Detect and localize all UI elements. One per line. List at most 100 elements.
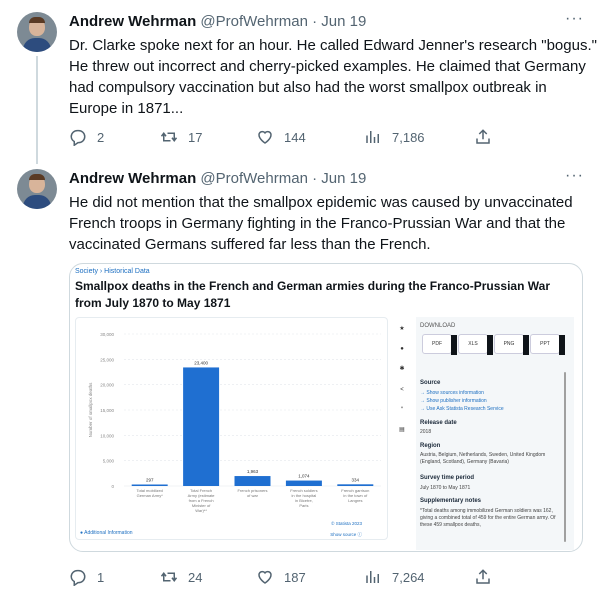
y-tick-label: 30,000 [100, 332, 114, 337]
download-format: PPT [540, 341, 550, 347]
separator-dot: · [312, 13, 318, 30]
notes-value: *Total deaths among immobilized German s… [420, 508, 556, 528]
retweet-button[interactable]: 24 [160, 567, 202, 587]
data-label: 1,963 [247, 469, 259, 474]
bar [131, 484, 168, 486]
y-tick-label: 10,000 [100, 433, 114, 438]
breadcrumb[interactable]: Society › Historical Data [75, 268, 150, 275]
like-count: 187 [284, 569, 306, 585]
retweet-button[interactable]: 17 [160, 127, 202, 147]
more-options-icon[interactable]: ··· [565, 11, 583, 32]
tweet-1[interactable]: Andrew Wehrman @ProfWehrman · Jun 19 ···… [0, 0, 613, 164]
embedded-image-card[interactable]: Society › Historical Data Smallpox death… [69, 263, 583, 552]
thread-line [36, 56, 38, 164]
release-value: 2018 [420, 429, 432, 435]
author-handle[interactable]: @ProfWehrman [200, 170, 307, 187]
source-heading: Source [420, 380, 441, 386]
region-value: Austria, Belgium, Netherlands, Sweden, U… [420, 452, 546, 465]
source-link[interactable]: → Show sources information [420, 390, 560, 397]
x-tick-label: French soldiers in the hospital in Bicetre… [290, 488, 317, 508]
x-tick-label: French prisoners of war [237, 488, 267, 498]
analytics-icon [366, 571, 379, 583]
heart-icon [258, 570, 272, 584]
author-name[interactable]: Andrew Wehrman [69, 13, 196, 30]
share-icon[interactable]: < [392, 381, 412, 399]
tweet-date[interactable]: Jun 19 [321, 13, 366, 30]
like-button[interactable]: 187 [256, 567, 306, 587]
release-heading: Release date [420, 420, 457, 426]
tweet-header: Andrew Wehrman @ProfWehrman · Jun 19 [69, 169, 366, 189]
print-icon[interactable]: ▤ [392, 421, 412, 439]
download-png-button[interactable]: PNG [494, 334, 529, 355]
views-button[interactable]: 7,186 [364, 127, 425, 147]
analytics-icon [366, 131, 379, 143]
tweet-text: Dr. Clarke spoke next for an hour. He ca… [69, 37, 597, 117]
statista-credit: © Statista 2023 [331, 520, 362, 526]
bar-chart: 0 5,000 10,000 15,000 20,000 25,000 30,000 Numb… [88, 332, 381, 538]
reply-count: 2 [97, 129, 105, 145]
x-tick-label: Total mobilized German Army* [136, 488, 163, 498]
like-count: 144 [284, 129, 306, 145]
reply-button[interactable]: 1 [69, 567, 104, 587]
region-heading: Region [420, 443, 441, 449]
like-button[interactable]: 144 [256, 127, 306, 147]
survey-heading: Survey time period [420, 475, 475, 481]
avatar[interactable] [17, 12, 57, 52]
reply-button[interactable]: 2 [69, 127, 104, 147]
tweet-text: He did not mention that the smallpox epi… [69, 194, 573, 253]
retweet-icon [160, 132, 178, 142]
avatar[interactable] [17, 169, 57, 209]
gear-icon[interactable]: ✱ [392, 360, 412, 378]
star-icon[interactable]: ★ [392, 320, 412, 338]
author-handle[interactable]: @ProfWehrman [200, 13, 307, 30]
download-format: PNG [503, 341, 515, 347]
additional-info-link[interactable]: ● Additional Information [80, 530, 133, 536]
views-button[interactable]: 7,264 [364, 567, 425, 587]
statista-sidebar: DOWNLOAD PDF XLS PNG PPT Source → Show s… [416, 317, 574, 550]
author-name[interactable]: Andrew Wehrman [69, 170, 196, 187]
quote-icon[interactable]: “ [392, 401, 412, 419]
share-button[interactable] [474, 127, 502, 147]
notes-heading: Supplementary notes [420, 498, 482, 504]
reply-count: 1 [97, 569, 105, 585]
view-count: 7,186 [392, 129, 425, 145]
share-icon [476, 569, 490, 584]
publisher-link[interactable]: → Show publisher information [420, 398, 560, 405]
bar [285, 480, 322, 486]
download-pdf-button[interactable]: PDF [422, 334, 457, 355]
download-format: PDF [432, 341, 442, 347]
share-button[interactable] [474, 567, 502, 587]
bar [337, 484, 374, 486]
download-ppt-button[interactable]: PPT [530, 334, 565, 355]
x-tick-label: French garrison in the town of Langres [341, 488, 369, 503]
chart-tools: ★ ● ✱ < “ ▤ [392, 320, 412, 436]
share-icon [476, 129, 490, 144]
heart-icon [258, 130, 272, 144]
y-tick-label: 25,000 [100, 357, 114, 362]
bell-icon[interactable]: ● [392, 340, 412, 358]
retweet-count: 24 [188, 569, 203, 585]
survey-value: July 1870 to May 1871 [420, 485, 471, 491]
x-tick-label: Total French Army (estimate from a French M… [188, 488, 216, 513]
show-source-link[interactable]: Show source ⓘ [330, 531, 362, 538]
bar [234, 476, 271, 486]
bar [183, 367, 220, 486]
scrollbar[interactable] [564, 372, 566, 542]
y-tick-label: 0 [111, 484, 114, 489]
view-count: 7,264 [392, 569, 425, 585]
more-options-icon[interactable]: ··· [565, 168, 583, 189]
tweet-date[interactable]: Jun 19 [321, 170, 366, 187]
download-format: XLS [468, 341, 478, 347]
separator-dot: · [312, 170, 318, 187]
y-tick-label: 5,000 [103, 459, 115, 464]
download-xls-button[interactable]: XLS [458, 334, 493, 355]
chart-panel: 0 5,000 10,000 15,000 20,000 25,000 30,000 Numb… [75, 317, 388, 540]
tweet-actions: 1 24 187 7,264 [69, 567, 499, 587]
data-label: 1,074 [298, 474, 310, 479]
download-label: DOWNLOAD [420, 323, 456, 329]
tweet-header: Andrew Wehrman @ProfWehrman · Jun 19 [69, 12, 366, 32]
data-label: 297 [146, 477, 154, 482]
research-service-link[interactable]: → Use Ask Statista Research Service [420, 406, 560, 413]
reply-icon [70, 569, 86, 586]
y-tick-label: 15,000 [100, 408, 114, 413]
